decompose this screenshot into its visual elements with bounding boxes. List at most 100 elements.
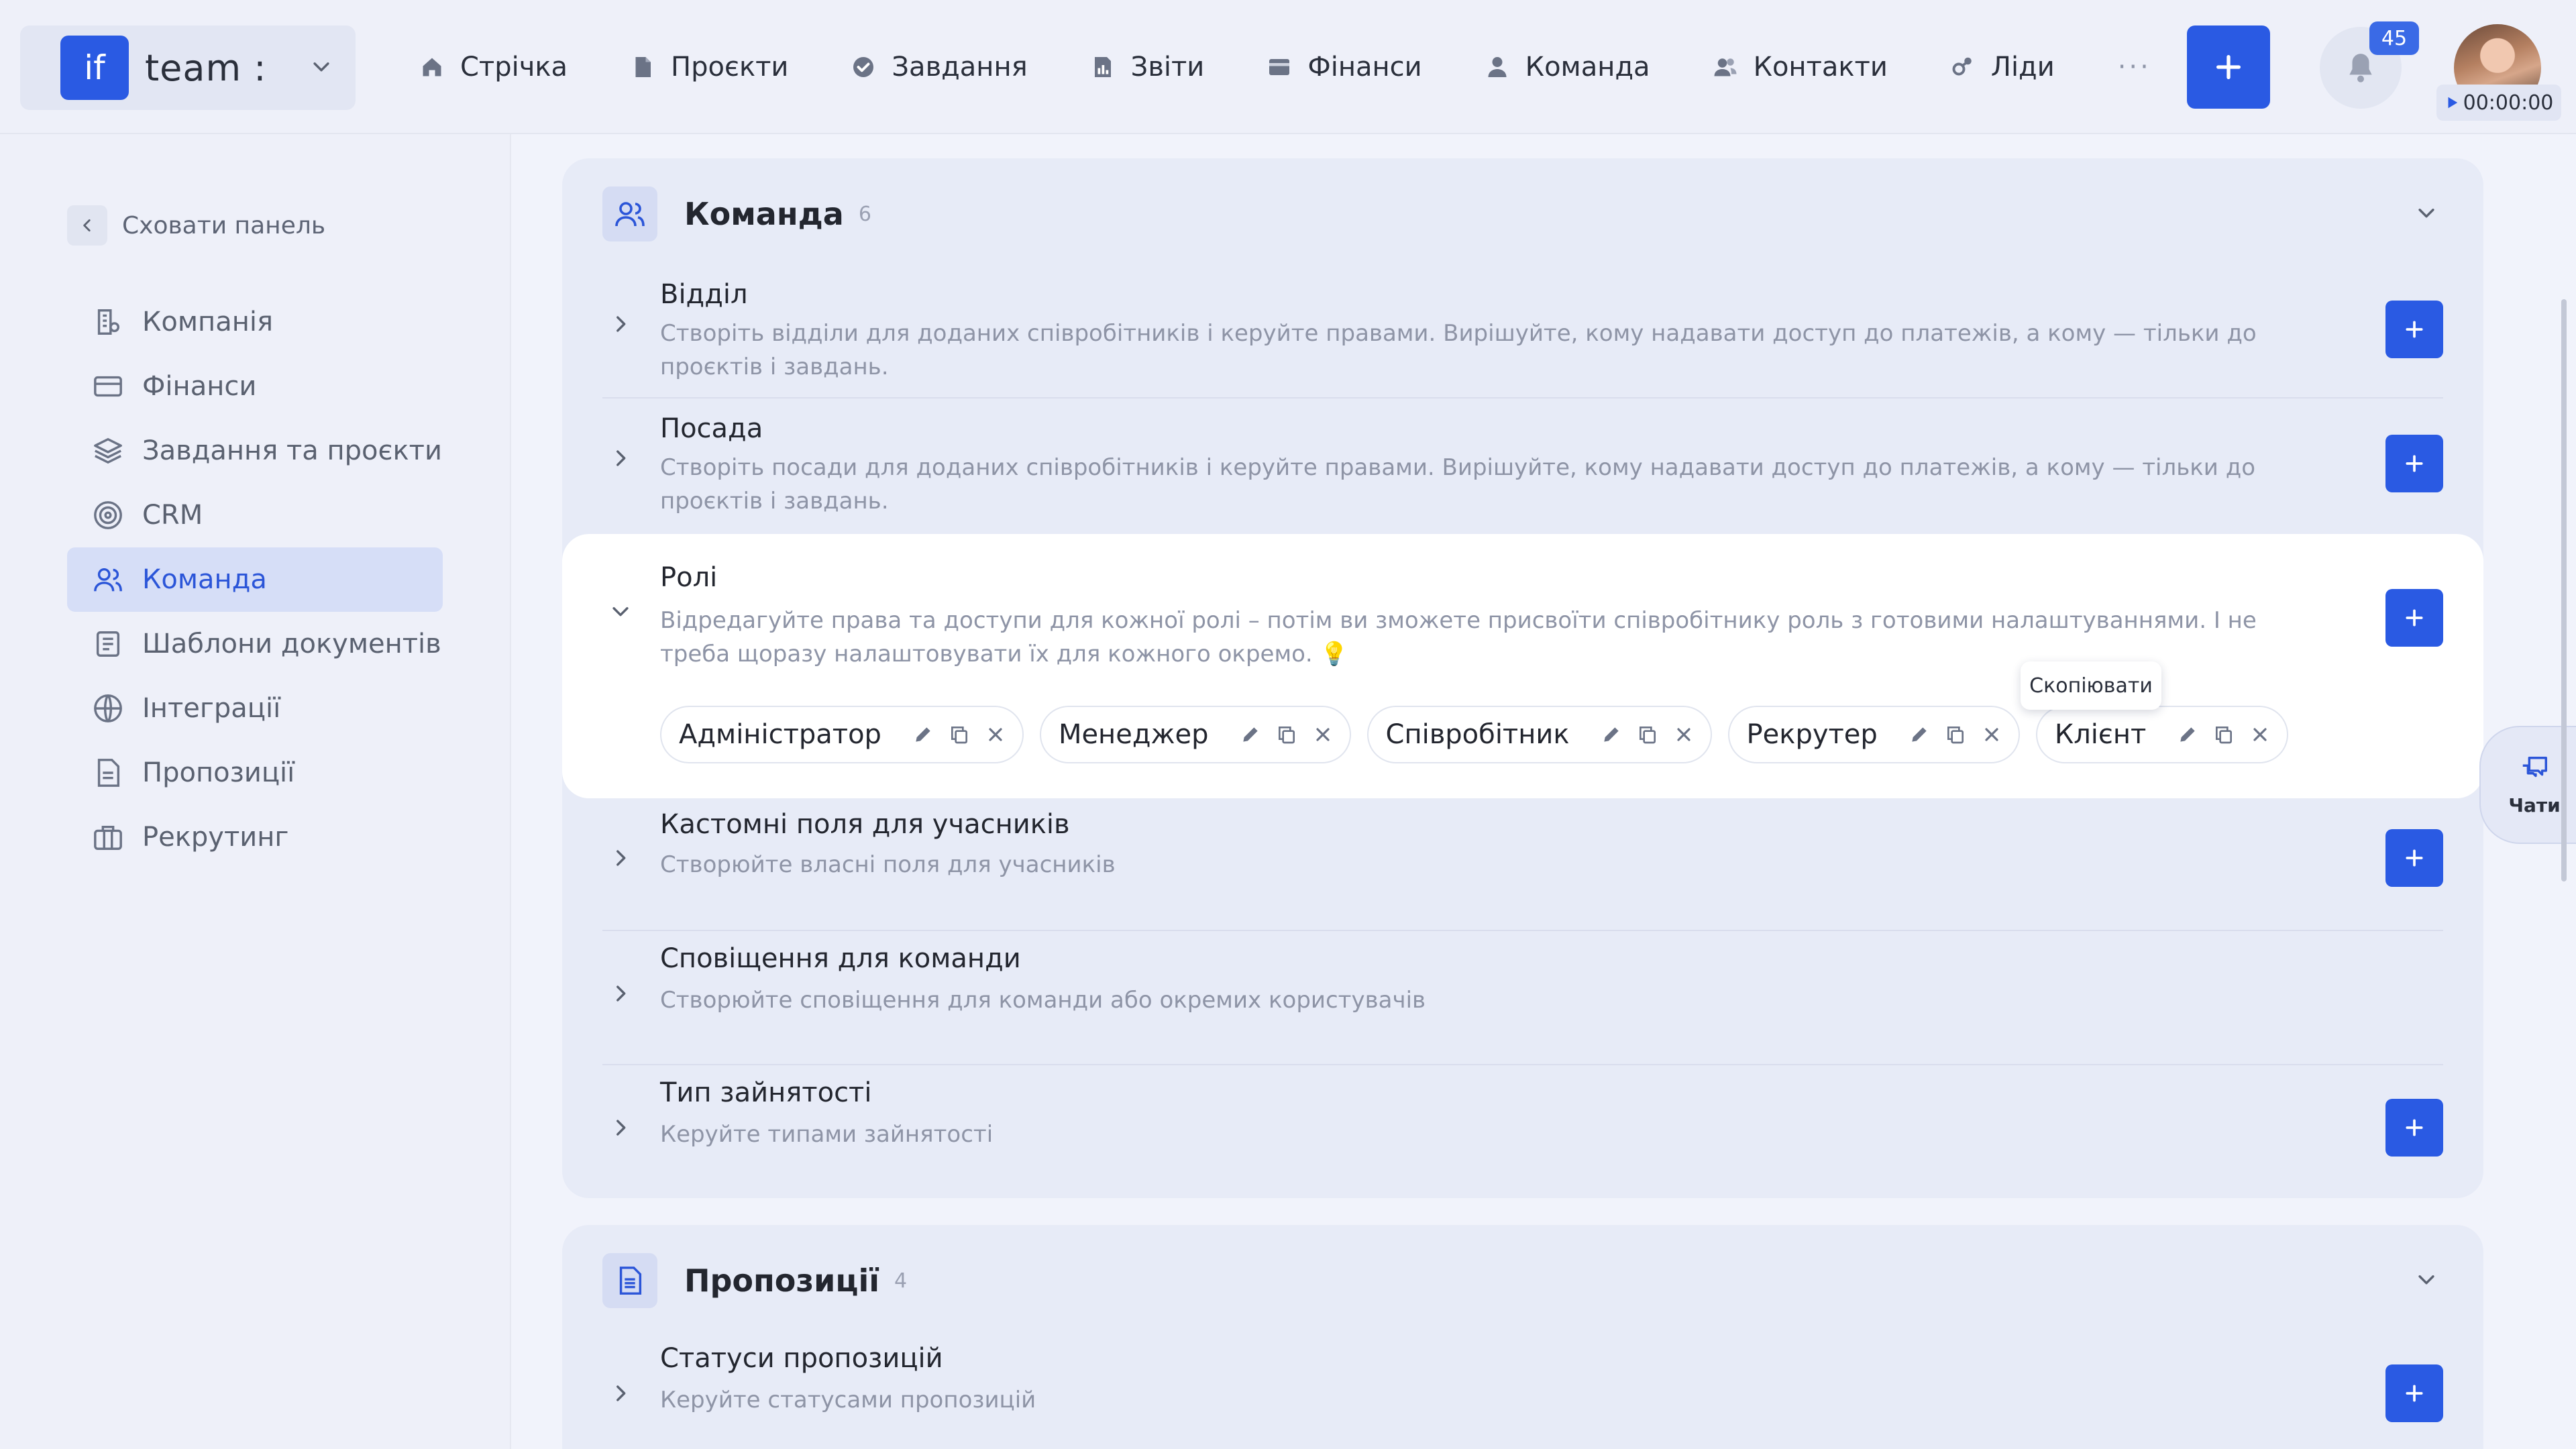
close-icon[interactable] <box>985 724 1006 745</box>
role-chip-admin[interactable]: Адміністратор <box>660 706 1024 763</box>
close-icon[interactable] <box>2249 724 2271 745</box>
row-description: Створіть відділи для доданих співробітни… <box>660 320 2257 380</box>
row-description: Керуйте статусами пропозицій <box>660 1387 1036 1413</box>
hide-panel-label: Сховати панель <box>122 211 326 239</box>
sidebar-item-crm[interactable]: CRM <box>67 483 443 547</box>
nav-item-leads[interactable]: Ліди <box>1951 52 2055 83</box>
copy-icon[interactable] <box>1276 724 1297 745</box>
pencil-icon[interactable] <box>1909 724 1930 745</box>
settings-row-notifications[interactable]: Сповіщення для команди Створюйте сповіще… <box>602 943 2443 1065</box>
sidebar-item-proposals[interactable]: Пропозиції <box>67 741 443 805</box>
briefcase-icon <box>94 825 122 850</box>
add-role-button[interactable] <box>2385 589 2443 647</box>
divider <box>602 930 2443 931</box>
settings-sidebar: Сховати панель Компанія Фінанси Завдання… <box>0 134 511 1449</box>
role-chip-recruiter[interactable]: Рекрутер <box>1727 706 2020 763</box>
nav-item-label: Команда <box>1525 52 1650 83</box>
plus-icon <box>2406 609 2423 627</box>
pencil-icon[interactable] <box>1601 724 1622 745</box>
copy-icon[interactable] <box>1945 724 1966 745</box>
settings-row-positions[interactable]: Посада Створіть посади для доданих співр… <box>602 413 2443 533</box>
close-icon[interactable] <box>1312 724 1334 745</box>
copy-icon[interactable] <box>1637 724 1658 745</box>
chevron-right-icon[interactable] <box>609 847 632 872</box>
plus-icon <box>2406 1385 2423 1402</box>
settings-row-employment-type[interactable]: Тип зайнятості Керуйте типами зайнятості <box>602 1077 2443 1178</box>
row-title: Відділ <box>660 279 748 310</box>
close-icon[interactable] <box>1981 724 2002 745</box>
nav-item-tasks[interactable]: Завдання <box>851 52 1028 83</box>
add-proposal-status-button[interactable] <box>2385 1364 2443 1422</box>
nav-item-label: Стрічка <box>460 52 568 83</box>
section-title: Команда <box>684 196 844 232</box>
role-chip-client[interactable]: Клієнт <box>2035 706 2289 763</box>
proposal-icon <box>97 759 120 787</box>
copy-icon[interactable] <box>949 724 970 745</box>
sidebar-item-finance[interactable]: Фінанси <box>67 354 443 419</box>
section-count: 6 <box>858 202 871 226</box>
global-add-button[interactable] <box>2187 25 2270 109</box>
pencil-icon[interactable] <box>2177 724 2198 745</box>
nav-item-finance[interactable]: Фінанси <box>1267 52 1422 83</box>
copy-icon[interactable] <box>2213 724 2235 745</box>
role-label: Співробітник <box>1385 719 1570 750</box>
home-icon <box>423 58 441 76</box>
settings-row-proposal-statuses[interactable]: Статуси пропозицій Керуйте статусами про… <box>602 1343 2443 1444</box>
template-icon <box>96 631 120 657</box>
chat-icon <box>2522 756 2547 777</box>
sidebar-item-tasks-projects[interactable]: Завдання та проєкти <box>67 419 443 483</box>
workspace-switcher[interactable]: if team : <box>20 25 356 110</box>
chevron-right-icon[interactable] <box>609 1382 632 1407</box>
chevron-down-icon[interactable] <box>2415 201 2438 227</box>
sidebar-item-doc-templates[interactable]: Шаблони документів <box>67 612 443 676</box>
sidebar-item-integrations[interactable]: Інтеграції <box>67 676 443 741</box>
add-position-button[interactable] <box>2385 435 2443 492</box>
proposals-section-header[interactable]: Пропозиції 4 <box>602 1252 2443 1309</box>
pencil-icon[interactable] <box>1240 724 1261 745</box>
play-icon <box>2448 97 2457 109</box>
nav-item-projects[interactable]: Проєкти <box>631 52 788 83</box>
scrollbar[interactable] <box>2561 299 2567 881</box>
sidebar-item-recruiting[interactable]: Рекрутинг <box>67 805 443 869</box>
nav-item-label: Фінанси <box>1307 52 1422 83</box>
row-description: Керуйте типами зайнятості <box>660 1121 994 1148</box>
nav-more-button[interactable]: ··· <box>2118 52 2151 83</box>
chevron-right-icon[interactable] <box>609 313 632 338</box>
chevron-down-icon[interactable] <box>2415 1268 2438 1293</box>
leads-icon <box>1952 57 1972 76</box>
row-title: Тип зайнятості <box>660 1077 872 1108</box>
check-circle-icon <box>853 57 874 77</box>
role-label: Адміністратор <box>679 719 881 750</box>
nav-item-reports[interactable]: Звіти <box>1091 52 1204 83</box>
sidebar-item-team[interactable]: Команда <box>67 547 443 612</box>
sidebar-item-label: Команда <box>142 564 267 595</box>
hide-panel-button[interactable]: Сховати панель <box>67 205 325 246</box>
chevron-right-icon[interactable] <box>609 447 632 472</box>
add-department-button[interactable] <box>2385 301 2443 358</box>
time-tracker[interactable]: 00:00:00 <box>2436 85 2561 121</box>
chevron-right-icon[interactable] <box>609 982 632 1008</box>
sidebar-item-company[interactable]: Компанія <box>67 290 443 354</box>
nav-item-feed[interactable]: Стрічка <box>420 52 568 83</box>
brand-logo: if <box>60 36 129 100</box>
section-count: 4 <box>894 1269 908 1293</box>
add-employment-type-button[interactable] <box>2385 1099 2443 1157</box>
sidebar-item-label: Завдання та проєкти <box>142 435 442 466</box>
plus-icon <box>2406 1119 2423 1136</box>
target-icon <box>94 501 122 529</box>
chevron-right-icon[interactable] <box>609 1116 632 1142</box>
chevron-down-icon[interactable] <box>609 600 632 625</box>
role-chip-manager[interactable]: Менеджер <box>1039 706 1351 763</box>
team-section-header[interactable]: Команда 6 <box>602 185 2443 243</box>
sidebar-item-label: Шаблони документів <box>142 629 441 659</box>
copy-tooltip: Скопіювати <box>2021 661 2161 710</box>
pencil-icon[interactable] <box>912 724 934 745</box>
nav-item-contacts[interactable]: Контакти <box>1713 52 1888 83</box>
nav-item-team[interactable]: Команда <box>1485 52 1650 83</box>
settings-row-custom-fields[interactable]: Кастомні поля для учасників Створюйте вл… <box>602 809 2443 931</box>
add-custom-field-button[interactable] <box>2385 829 2443 887</box>
settings-row-departments[interactable]: Відділ Створіть відділи для доданих спів… <box>602 279 2443 398</box>
role-chip-employee[interactable]: Співробітник <box>1366 706 1712 763</box>
role-chips: Адміністратор Менеджер Співробітник Рекр… <box>660 706 2304 763</box>
close-icon[interactable] <box>1673 724 1695 745</box>
